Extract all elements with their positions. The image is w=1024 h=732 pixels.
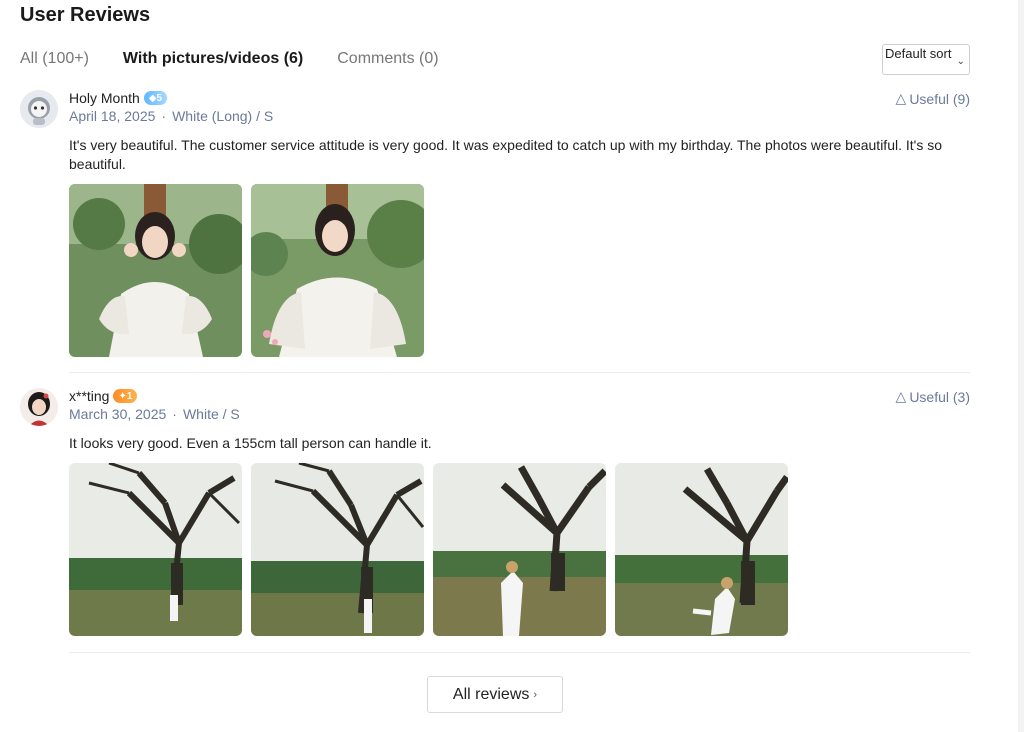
- tab-pictures-videos[interactable]: With pictures/videos (6): [123, 50, 303, 68]
- review-tabs: All (100+) With pictures/videos (6) Comm…: [20, 50, 439, 68]
- review-meta: March 30, 2025 · White / S: [69, 406, 240, 422]
- thumbs-up-icon: △: [895, 90, 907, 106]
- separator-dot: ·: [172, 406, 177, 422]
- review-text: It looks very good. Even a 155cm tall pe…: [69, 435, 432, 451]
- tree-photo-image: [615, 463, 788, 636]
- review-meta: April 18, 2025 · White (Long) / S: [69, 108, 273, 124]
- chevron-right-icon: ›: [533, 688, 538, 701]
- useful-count: Useful (9): [909, 90, 970, 107]
- review-username-row: x**ting ✦ 1: [69, 388, 138, 404]
- review-username-row: Holy Month ◆ 5: [69, 90, 168, 106]
- page-title: User Reviews: [20, 4, 151, 26]
- tree-photo-image: [433, 463, 606, 636]
- review-username: x**ting: [69, 388, 110, 404]
- tab-all[interactable]: All (100+): [20, 50, 89, 68]
- avatar-image: [20, 388, 58, 426]
- thumbs-up-icon: △: [895, 388, 907, 404]
- review-photos: [69, 463, 788, 636]
- sort-select[interactable]: Default sort ⌄: [882, 44, 970, 75]
- member-badge: ✦ 1: [113, 389, 138, 403]
- member-level: 5: [156, 92, 163, 104]
- review-divider: [69, 652, 970, 653]
- review-photo[interactable]: [69, 184, 242, 357]
- review-item: x**ting ✦ 1 March 30, 2025 · White / S △ U…: [20, 388, 970, 638]
- review-photo[interactable]: [433, 463, 606, 636]
- portrait-photo-image: [251, 184, 424, 357]
- review-photo[interactable]: [615, 463, 788, 636]
- avatar: [20, 90, 58, 128]
- review-item: Holy Month ◆ 5 April 18, 2025 · White (Lon…: [20, 90, 970, 360]
- avatar: [20, 388, 58, 426]
- member-level: 1: [126, 390, 133, 402]
- tree-photo-image: [69, 463, 242, 636]
- useful-button[interactable]: △ Useful (9): [896, 90, 970, 107]
- sort-selected-value: Default sort: [885, 46, 952, 61]
- review-variant: White / S: [182, 406, 240, 422]
- portrait-photo-image: [69, 184, 242, 357]
- review-photo[interactable]: [69, 463, 242, 636]
- review-date: April 18, 2025: [69, 108, 156, 124]
- review-date: March 30, 2025: [69, 406, 167, 422]
- useful-count: Useful (3): [909, 388, 970, 405]
- star-icon: ✦: [118, 390, 127, 402]
- useful-button[interactable]: △ Useful (3): [896, 388, 970, 405]
- separator-dot: ·: [161, 108, 167, 124]
- avatar-image: [20, 90, 58, 128]
- chevron-down-icon: ⌄: [956, 56, 965, 67]
- member-badge: ◆ 5: [143, 91, 168, 105]
- all-reviews-label: All reviews: [452, 685, 530, 703]
- diamond-icon: ◆: [148, 92, 157, 104]
- review-photos: [69, 184, 424, 357]
- review-photo[interactable]: [251, 463, 424, 636]
- review-divider: [69, 372, 970, 373]
- tree-photo-image: [251, 463, 424, 636]
- review-text: It's very beautiful. The customer servic…: [69, 137, 943, 172]
- review-username: Holy Month: [69, 90, 140, 106]
- tab-comments[interactable]: Comments (0): [337, 50, 438, 68]
- review-variant: White (Long) / S: [172, 108, 274, 124]
- all-reviews-button[interactable]: All reviews ›: [427, 676, 563, 713]
- review-photo[interactable]: [251, 184, 424, 357]
- scrollbar[interactable]: [1018, 0, 1024, 732]
